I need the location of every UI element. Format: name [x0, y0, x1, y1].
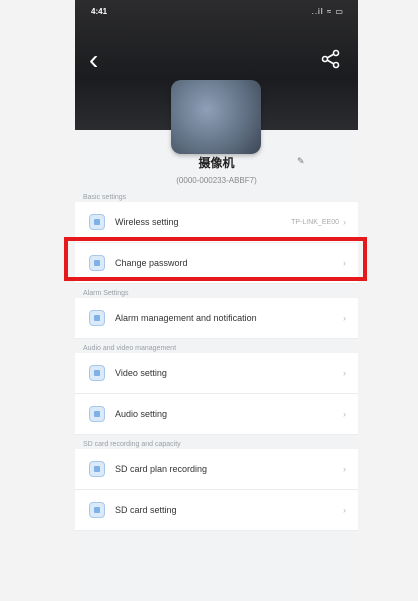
section-title-sd-card: SD card recording and capacity — [75, 435, 358, 449]
row-label: Alarm management and notification — [115, 313, 257, 323]
phone-screen: 4:41 ..il ≈ ▭ ‹ 摄像机 ✎ (0000-000233-ABBF7… — [75, 0, 358, 601]
video-setting-row[interactable]: Video setting › — [75, 353, 358, 394]
section-title-audio-video: Audio and video management — [75, 339, 358, 353]
edit-icon[interactable]: ✎ — [297, 156, 305, 167]
status-time: 4:41 — [91, 7, 108, 16]
camera-thumbnail[interactable] — [171, 80, 261, 154]
device-name: 摄像机 — [198, 156, 235, 170]
share-icon[interactable] — [320, 48, 346, 74]
chevron-right-icon: › — [343, 217, 346, 227]
highlight-box — [64, 237, 367, 281]
video-icon — [89, 365, 105, 381]
chevron-right-icon: › — [343, 409, 346, 419]
sd-plan-recording-row[interactable]: SD card plan recording › — [75, 449, 358, 490]
device-id: (0000-000233-ABBF7) — [176, 176, 257, 185]
back-icon[interactable]: ‹ — [89, 46, 115, 74]
chevron-right-icon: › — [343, 505, 346, 515]
alarm-icon — [89, 310, 105, 326]
row-label: SD card plan recording — [115, 464, 208, 474]
sd-card-settings-icon — [89, 502, 105, 518]
section-title-alarm: Alarm Settings — [75, 284, 358, 298]
wifi-ssid-value: TP-LINK_EE00 — [291, 218, 339, 226]
sd-card-setting-row[interactable]: SD card setting › — [75, 490, 358, 531]
row-label: Wireless setting — [115, 217, 179, 227]
wifi-icon — [89, 214, 105, 230]
audio-icon — [89, 406, 105, 422]
sd-card-icon — [89, 461, 105, 477]
status-bar: 4:41 ..il ≈ ▭ — [75, 0, 358, 22]
audio-setting-row[interactable]: Audio setting › — [75, 394, 358, 435]
row-label: SD card setting — [115, 505, 177, 515]
row-label: Video setting — [115, 368, 167, 378]
chevron-right-icon: › — [343, 368, 346, 378]
row-label: Audio setting — [115, 409, 168, 419]
chevron-right-icon: › — [343, 313, 346, 323]
alarm-management-row[interactable]: Alarm management and notification › — [75, 298, 358, 339]
chevron-right-icon: › — [343, 464, 346, 474]
status-icons: ..il ≈ ▭ — [311, 7, 344, 16]
section-title-basic: Basic settings — [75, 188, 358, 202]
